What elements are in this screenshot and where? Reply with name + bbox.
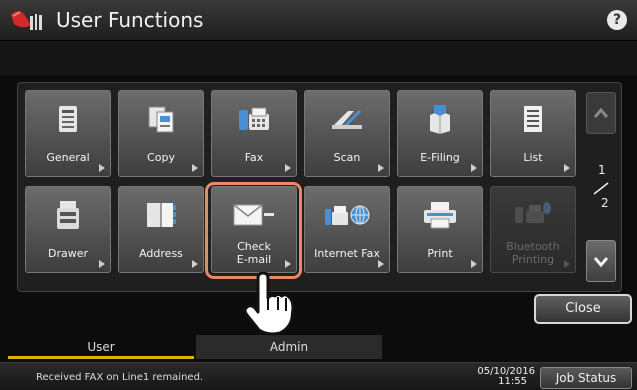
page-title: User Functions xyxy=(56,8,204,32)
scan-label: Scan xyxy=(333,150,361,164)
chevron-up-icon xyxy=(593,107,609,118)
submenu-arrow-icon xyxy=(192,260,198,268)
general-button[interactable]: General xyxy=(25,90,111,177)
message-band xyxy=(0,41,637,75)
chevron-down-icon xyxy=(593,257,609,268)
tab-user[interactable]: User xyxy=(8,335,194,359)
list-button[interactable]: List xyxy=(490,90,576,177)
submenu-arrow-icon xyxy=(192,164,198,172)
fax-label: Fax xyxy=(244,150,264,164)
user-functions-icon xyxy=(8,6,44,34)
list-icon xyxy=(491,99,575,139)
internet-fax-label: Internet Fax xyxy=(314,246,380,260)
general-icon xyxy=(26,99,110,139)
submenu-arrow-icon xyxy=(564,260,570,268)
selection-highlight xyxy=(205,182,302,279)
print-button[interactable]: Print xyxy=(397,186,483,273)
submenu-arrow-icon xyxy=(378,164,384,172)
help-button[interactable]: ? xyxy=(607,10,627,30)
submenu-arrow-icon xyxy=(471,164,477,172)
page-indicator: 1 2 xyxy=(586,158,616,218)
drawer-icon xyxy=(26,195,110,235)
tab-admin[interactable]: Admin xyxy=(196,335,382,359)
scan-icon xyxy=(305,99,389,139)
copy-button[interactable]: Copy xyxy=(118,90,204,177)
print-label: Print xyxy=(427,246,453,260)
submenu-arrow-icon xyxy=(99,260,105,268)
drawer-label: Drawer xyxy=(47,246,89,260)
fax-button[interactable]: Fax xyxy=(211,90,297,177)
e-filing-button[interactable]: E-Filing xyxy=(397,90,483,177)
drawer-button[interactable]: Drawer xyxy=(25,186,111,273)
submenu-arrow-icon xyxy=(285,164,291,172)
bluetooth-printing-label: Bluetooth Printing xyxy=(506,240,560,266)
submenu-arrow-icon xyxy=(378,260,384,268)
address-book-icon xyxy=(119,195,203,235)
date-time: 05/10/2016 11:55 xyxy=(455,367,535,387)
job-status-button[interactable]: Job Status xyxy=(540,367,632,389)
scroll-up-button[interactable] xyxy=(586,92,616,134)
page-divider xyxy=(593,182,609,195)
e-filing-icon xyxy=(398,99,482,139)
pointing-hand-icon xyxy=(240,271,298,336)
e-filing-label: E-Filing xyxy=(420,150,460,164)
close-button[interactable]: Close xyxy=(534,294,632,324)
fax-icon xyxy=(212,99,296,139)
general-label: General xyxy=(46,150,90,164)
address-label: Address xyxy=(139,246,183,260)
printer-icon xyxy=(398,195,482,235)
time-text: 11:55 xyxy=(498,376,527,387)
bluetooth-printing-icon xyxy=(491,195,575,235)
copy-label: Copy xyxy=(147,150,175,164)
scan-button[interactable]: Scan xyxy=(304,90,390,177)
page-current: 1 xyxy=(598,163,606,177)
internet-fax-button[interactable]: Internet Fax xyxy=(304,186,390,273)
submenu-arrow-icon xyxy=(564,164,570,172)
copy-icon xyxy=(119,99,203,139)
bluetooth-printing-button[interactable]: Bluetooth Printing xyxy=(490,186,576,273)
submenu-arrow-icon xyxy=(471,260,477,268)
address-button[interactable]: Address xyxy=(118,186,204,273)
list-label: List xyxy=(523,150,543,164)
title-bar: User Functions ? xyxy=(0,0,637,41)
submenu-arrow-icon xyxy=(99,164,105,172)
status-message: Received FAX on Line1 remained. xyxy=(36,372,204,383)
internet-fax-icon xyxy=(305,195,389,235)
status-bar: Received FAX on Line1 remained. 05/10/20… xyxy=(0,362,637,390)
scroll-down-button[interactable] xyxy=(586,240,616,282)
page-total: 2 xyxy=(601,196,609,210)
